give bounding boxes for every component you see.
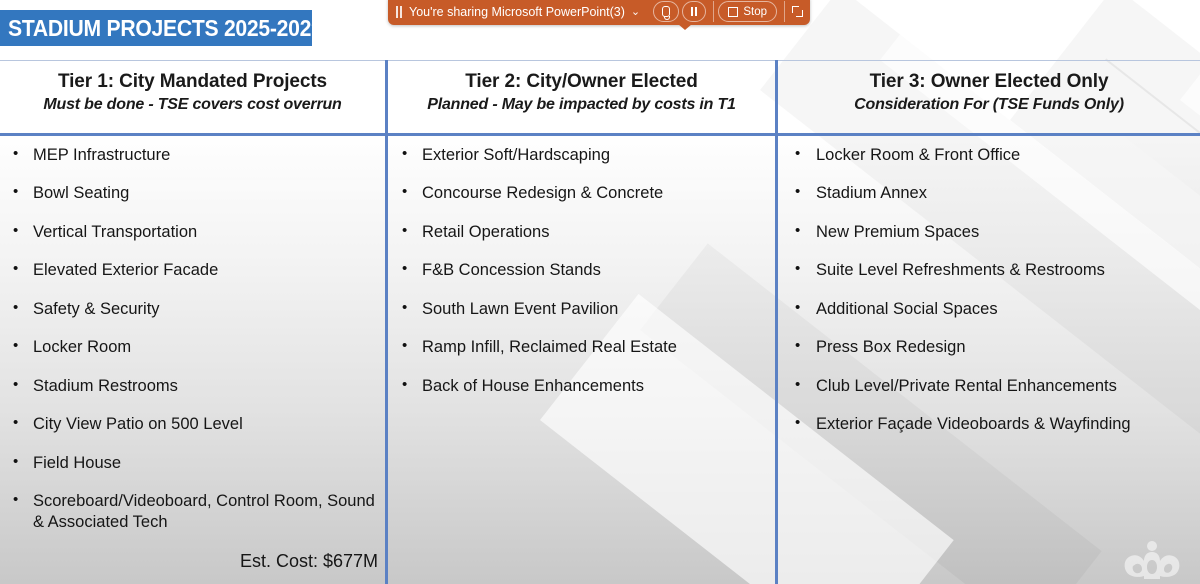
list-item: Concourse Redesign & Concrete: [390, 182, 767, 204]
toolbar-divider-2: [784, 1, 785, 22]
slide-title-banner: STADIUM PROJECTS 2025-2029: [0, 10, 323, 46]
stop-share-button[interactable]: Stop: [718, 1, 777, 22]
chevron-down-icon[interactable]: ⌄: [631, 5, 640, 18]
list-item: Back of House Enhancements: [390, 375, 767, 397]
list-item: Press Box Redesign: [780, 336, 1192, 358]
list-item: South Lawn Event Pavilion: [390, 298, 767, 320]
toolbar-divider: [713, 1, 715, 22]
pause-share-button[interactable]: [682, 1, 707, 22]
pause-icon: [691, 7, 698, 16]
tier-2-list: Exterior Soft/Hardscaping Concourse Rede…: [388, 133, 775, 397]
list-item: Scoreboard/Videoboard, Control Room, Sou…: [3, 490, 377, 534]
expand-icon[interactable]: [792, 6, 803, 17]
screen-share-toolbar[interactable]: You're sharing Microsoft PowerPoint(3) ⌄…: [388, 0, 810, 30]
list-item: New Premium Spaces: [780, 221, 1192, 243]
list-item: Stadium Annex: [780, 182, 1192, 204]
share-controls: Stop: [653, 0, 810, 25]
list-item: City View Patio on 500 Level: [3, 413, 377, 435]
tier-2-title: Tier 2: City/Owner Elected: [465, 71, 698, 92]
list-item: Locker Room & Front Office: [780, 144, 1192, 166]
list-item: Exterior Soft/Hardscaping: [390, 144, 767, 166]
tier-3-list: Locker Room & Front Office Stadium Annex…: [778, 133, 1200, 436]
sharing-status-label: You're sharing Microsoft PowerPoint(3): [409, 4, 625, 19]
list-item: Bowl Seating: [3, 182, 377, 204]
list-item: F&B Concession Stands: [390, 259, 767, 281]
tier-1-title: Tier 1: City Mandated Projects: [57, 71, 328, 92]
toolbar-tail: [678, 24, 692, 30]
stop-square-icon: [728, 6, 739, 17]
tier-1-column: Tier 1: City Mandated Projects Must be d…: [0, 60, 385, 584]
list-item: Safety & Security: [3, 298, 377, 320]
tier-1-subtitle: Must be done - TSE covers cost overrun: [43, 96, 342, 113]
list-item: Retail Operations: [390, 221, 767, 243]
list-item: Additional Social Spaces: [780, 298, 1192, 320]
tier-3-header: Tier 3: Owner Elected Only Consideration…: [778, 60, 1200, 133]
list-item: Elevated Exterior Facade: [3, 259, 377, 281]
microphone-icon: [662, 6, 671, 20]
tier-2-column: Tier 2: City/Owner Elected Planned - May…: [388, 60, 775, 584]
list-item: Vertical Transportation: [3, 221, 377, 243]
drag-grip-icon[interactable]: [393, 5, 405, 18]
tier-2-subtitle: Planned - May be impacted by costs in T1: [427, 96, 736, 113]
list-item: Exterior Façade Videoboards & Wayfinding: [780, 413, 1192, 435]
page-title: STADIUM PROJECTS 2025-2029: [8, 14, 323, 41]
tier-2-header: Tier 2: City/Owner Elected Planned - May…: [388, 60, 775, 133]
list-item: Stadium Restrooms: [3, 375, 377, 397]
tier-3-subtitle: Consideration For (TSE Funds Only): [854, 96, 1124, 113]
tier-3-column: Tier 3: Owner Elected Only Consideration…: [778, 60, 1200, 584]
list-item: MEP Infrastructure: [3, 144, 377, 166]
tier-table: Tier 1: City Mandated Projects Must be d…: [0, 60, 1200, 584]
tier-3-title: Tier 3: Owner Elected Only: [869, 71, 1109, 92]
list-item: Ramp Infill, Reclaimed Real Estate: [390, 336, 767, 358]
stop-button-label: Stop: [743, 5, 767, 18]
list-item: Suite Level Refreshments & Restrooms: [780, 259, 1192, 281]
tier-1-list: MEP Infrastructure Bowl Seating Vertical…: [0, 133, 385, 534]
slide-screen: STADIUM PROJECTS 2025-2029 You're sharin…: [0, 0, 1200, 584]
tier-1-header: Tier 1: City Mandated Projects Must be d…: [0, 60, 385, 133]
list-item: Locker Room: [3, 336, 377, 358]
tier-1-estimated-cost: Est. Cost: $677M: [239, 550, 378, 571]
microphone-button[interactable]: [653, 1, 680, 22]
list-item: Club Level/Private Rental Enhancements: [780, 375, 1192, 397]
list-item: Field House: [3, 451, 377, 474]
